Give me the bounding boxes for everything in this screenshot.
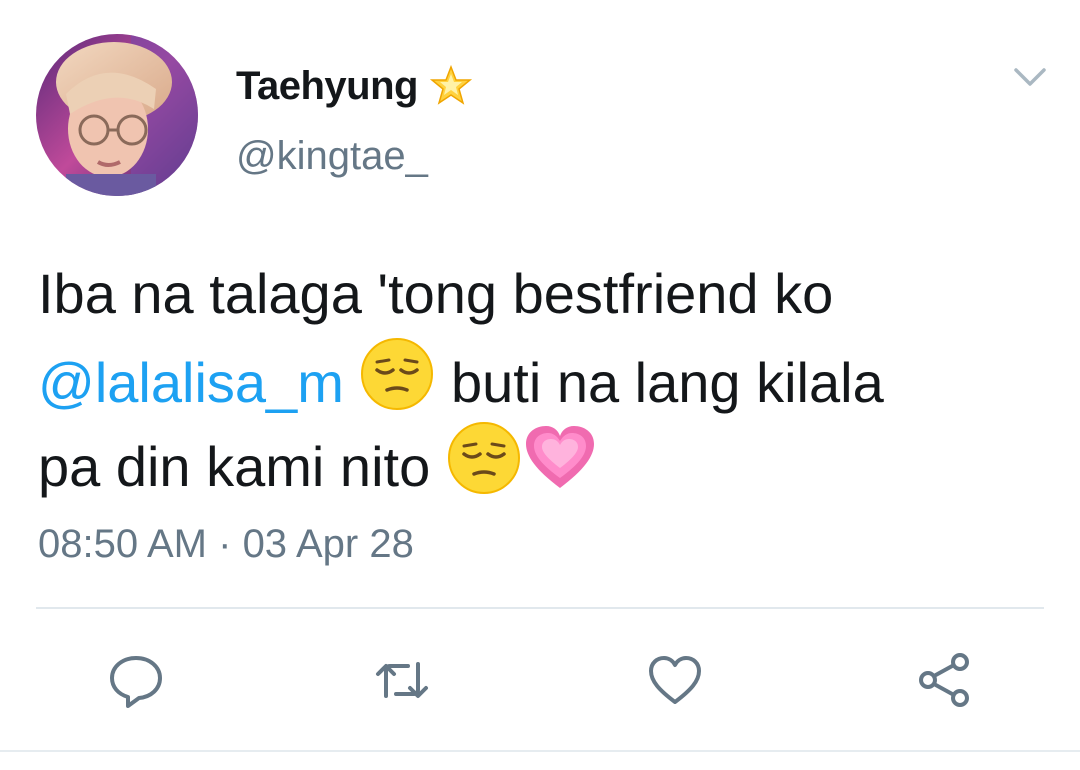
- glowing-star-icon: [428, 63, 474, 109]
- tweet-line-2-rest: buti na lang kilala: [435, 351, 884, 414]
- divider: [36, 607, 1044, 609]
- retweet-icon: [376, 662, 428, 698]
- tweet-time: 08:50 AM: [38, 522, 208, 566]
- speech-bubble-icon: [110, 656, 162, 708]
- display-name[interactable]: Taehyung: [236, 64, 418, 109]
- tweet-line-3-text: pa din kami nito: [38, 435, 446, 498]
- retweet-button[interactable]: [372, 650, 432, 710]
- heart-icon: [649, 656, 701, 704]
- bottom-divider: [0, 750, 1080, 752]
- pensive-face-icon: [446, 420, 522, 519]
- tweet-line-2: @lalalisa_m buti na lang kilala: [38, 336, 1048, 420]
- mention-link[interactable]: @lalalisa_m: [38, 351, 344, 414]
- meta-separator: ·: [207, 522, 243, 566]
- avatar[interactable]: [36, 34, 198, 196]
- share-icon: [919, 653, 969, 707]
- tweet-timestamp[interactable]: 08:50 AM · 03 Apr 28: [38, 522, 414, 567]
- growing-heart-icon: [522, 420, 598, 519]
- like-button[interactable]: [645, 650, 705, 710]
- tweet-text: Iba na talaga 'tong bestfriend ko @lalal…: [38, 252, 1048, 504]
- tweet-actions: [0, 640, 1080, 720]
- share-button[interactable]: [914, 650, 974, 710]
- tweet-line-1: Iba na talaga 'tong bestfriend ko: [38, 262, 834, 325]
- chevron-down-icon[interactable]: [1010, 62, 1050, 92]
- tweet-line-3: pa din kami nito: [38, 420, 1048, 504]
- name-row: Taehyung: [236, 58, 474, 114]
- user-handle[interactable]: @kingtae_: [236, 134, 428, 179]
- reply-button[interactable]: [106, 650, 166, 710]
- tweet-date: 03 Apr 28: [242, 522, 414, 566]
- avatar-photo: [36, 34, 198, 196]
